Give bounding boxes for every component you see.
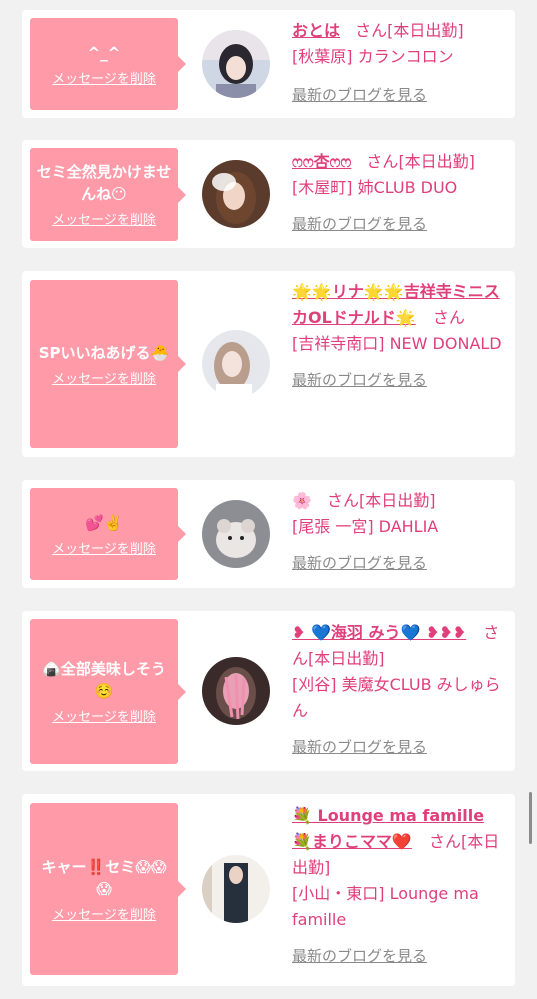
shop-name: [尾張 一宮] DAHLIA (292, 517, 439, 536)
avatar[interactable] (202, 30, 270, 98)
shop-name: [秋葉原] カランコロン (292, 47, 454, 66)
latest-blog-link[interactable]: 最新のブログを見る (292, 211, 502, 237)
latest-blog-link[interactable]: 最新のブログを見る (292, 82, 502, 108)
sender-name-link[interactable]: ❥ 💙海羽 みう💙 ❥❥❥ (292, 623, 466, 642)
sender-info: 🌟🌟リナ🌟🌟吉祥寺ミニスカOLドナルド🌟 さん [吉祥寺南口] NEW DONA… (292, 279, 502, 393)
avatar[interactable] (202, 330, 270, 398)
delete-message-link[interactable]: メッセージを削除 (52, 68, 156, 87)
message-bubble: SPいいねあげる🐣 メッセージを削除 (30, 280, 186, 448)
shop-name: [吉祥寺南口] NEW DONALD (292, 334, 502, 353)
message-card: ^_^ メッセージを削除 おとは さん[本日出勤] [秋葉原] カランコロン 最… (22, 10, 515, 118)
latest-blog-link[interactable]: 最新のブログを見る (292, 943, 502, 969)
work-status: [本日出勤] (387, 21, 464, 40)
work-status: [本日出勤] (359, 491, 436, 510)
message-text: SPいいねあげる🐣 (38, 343, 170, 362)
sender-name-link[interactable]: 🌟🌟リナ🌟🌟吉祥寺ミニスカOLドナルド🌟 (292, 282, 500, 327)
message-text: 💕✌️ (85, 513, 123, 532)
delete-message-link[interactable]: メッセージを削除 (52, 904, 156, 923)
avatar[interactable] (202, 855, 270, 923)
sender-name-link[interactable]: 🌸 (292, 491, 312, 510)
scrollbar[interactable] (529, 792, 532, 844)
work-status: [本日出勤] (398, 152, 475, 171)
delete-message-link[interactable]: メッセージを削除 (52, 209, 156, 228)
message-bubble: ^_^ メッセージを削除 (30, 18, 186, 110)
latest-blog-link[interactable]: 最新のブログを見る (292, 550, 502, 576)
latest-blog-link[interactable]: 最新のブログを見る (292, 367, 502, 393)
shop-name: [小山・東口] Lounge ma famille (292, 884, 479, 929)
message-bubble: セミ全然見かけませんね😶 メッセージを削除 (30, 148, 186, 241)
latest-blog-link[interactable]: 最新のブログを見る (292, 734, 502, 760)
work-status: [本日出勤] (308, 649, 385, 668)
honorific: さん (432, 308, 465, 327)
sender-name-link[interactable]: ෆෆ杏ෆෆ (292, 152, 351, 171)
shop-name: [刈谷] 美魔女CLUB みしゅらん (292, 675, 501, 720)
sender-info: 🌸 さん[本日出勤] [尾張 一宮] DAHLIA 最新のブログを見る (292, 488, 502, 576)
message-bubble: 🍙全部美味しそう☺️ メッセージを削除 (30, 619, 186, 764)
message-card: 🍙全部美味しそう☺️ メッセージを削除 ❥ 💙海羽 みう💙 ❥❥❥ さん[本日出… (22, 611, 515, 771)
message-card: SPいいねあげる🐣 メッセージを削除 🌟🌟リナ🌟🌟吉祥寺ミニスカOLドナルド🌟 … (22, 271, 515, 457)
sender-name-link[interactable]: おとは (292, 21, 340, 40)
message-card: 💕✌️ メッセージを削除 🌸 さん[本日出勤] [尾張 一宮] DAHLIA 最… (22, 480, 515, 588)
message-card: キャー‼️セミ😱😱😱 メッセージを削除 💐 Lounge ma famille💐… (22, 794, 515, 986)
message-text: キャー‼️セミ😱😱😱 (41, 857, 167, 898)
honorific: さん (366, 152, 399, 171)
message-list: ^_^ メッセージを削除 おとは さん[本日出勤] [秋葉原] カランコロン 最… (0, 0, 537, 999)
sender-info: 💐 Lounge ma famille💐まりこママ❤️ さん[本日出勤] [小山… (292, 803, 502, 969)
honorific: さん (327, 491, 360, 510)
message-text: ^_^ (87, 43, 121, 62)
delete-message-link[interactable]: メッセージを削除 (52, 368, 156, 387)
avatar[interactable] (202, 500, 270, 568)
avatar[interactable] (202, 657, 270, 725)
sender-info: おとは さん[本日出勤] [秋葉原] カランコロン 最新のブログを見る (292, 18, 502, 108)
message-text: 🍙全部美味しそう☺️ (42, 660, 166, 700)
honorific: さん (355, 21, 388, 40)
avatar[interactable] (202, 160, 270, 228)
delete-message-link[interactable]: メッセージを削除 (52, 706, 156, 725)
message-card: セミ全然見かけませんね😶 メッセージを削除 ෆෆ杏ෆෆ さん[本日出勤] [木屋… (22, 140, 515, 248)
message-bubble: 💕✌️ メッセージを削除 (30, 488, 186, 580)
sender-info: ෆෆ杏ෆෆ さん[本日出勤] [木屋町] 姉CLUB DUO 最新のブログを見る (292, 149, 502, 237)
delete-message-link[interactable]: メッセージを削除 (52, 538, 156, 557)
message-bubble: キャー‼️セミ😱😱😱 メッセージを削除 (30, 803, 186, 975)
sender-info: ❥ 💙海羽 みう💙 ❥❥❥ さん[本日出勤] [刈谷] 美魔女CLUB みしゅら… (292, 620, 502, 760)
message-text: セミ全然見かけませんね😶 (36, 163, 172, 203)
honorific: さん (428, 832, 461, 851)
shop-name: [木屋町] 姉CLUB DUO (292, 178, 458, 197)
